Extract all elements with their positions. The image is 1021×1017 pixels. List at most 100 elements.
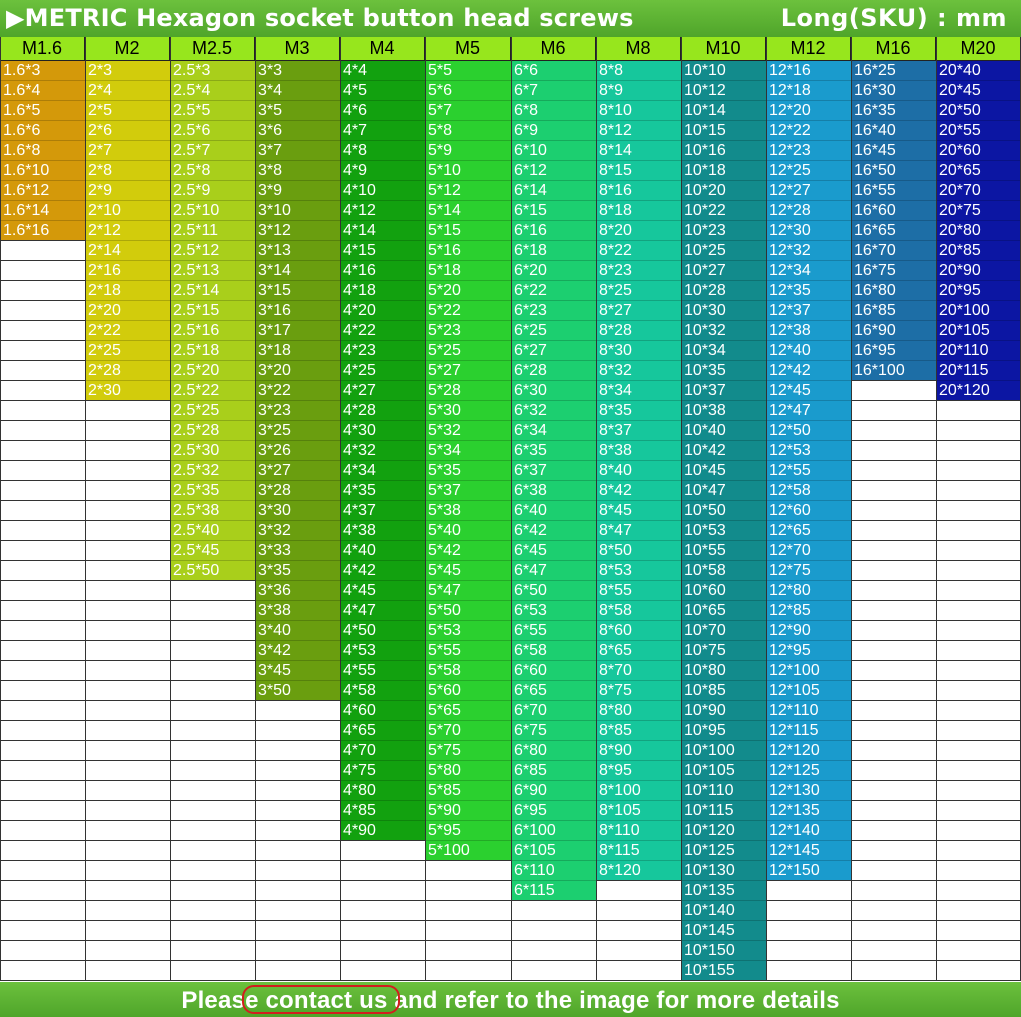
row-divider: [936, 780, 1021, 781]
row-divider: [766, 900, 851, 901]
size-cell: 10*100: [681, 741, 766, 761]
size-cell: 6*14: [511, 181, 596, 201]
row-divider: [85, 500, 170, 501]
size-cell: 1.6*12: [0, 181, 85, 201]
size-cell: 4*40: [340, 541, 425, 561]
size-cell: 2.5*15: [170, 301, 255, 321]
size-cell: 8*22: [596, 241, 681, 261]
size-cell: 20*110: [936, 341, 1021, 361]
row-divider: [936, 400, 1021, 401]
size-cell: 4*80: [340, 781, 425, 801]
size-cell: 6*8: [511, 101, 596, 121]
row-divider: [0, 720, 85, 721]
row-divider: [851, 720, 936, 721]
row-divider: [851, 800, 936, 801]
row-divider: [0, 480, 85, 481]
row-divider: [0, 400, 85, 401]
size-cell: 12*37: [766, 301, 851, 321]
size-cell: 10*150: [681, 941, 766, 961]
size-cell: 2.5*28: [170, 421, 255, 441]
row-divider: [851, 900, 936, 901]
size-cell: 8*70: [596, 661, 681, 681]
column-header: M2: [85, 37, 170, 61]
column-header: M10: [681, 37, 766, 61]
size-cell: 16*100: [851, 361, 936, 381]
size-cell: 3*33: [255, 541, 340, 561]
size-cell: 2.5*38: [170, 501, 255, 521]
size-cell: 20*95: [936, 281, 1021, 301]
size-cell: 8*105: [596, 801, 681, 821]
size-cell: 12*130: [766, 781, 851, 801]
row-divider: [511, 960, 596, 961]
row-divider: [851, 860, 936, 861]
row-divider: [425, 860, 511, 861]
size-cell: 5*80: [425, 761, 511, 781]
size-cell: 2*20: [85, 301, 170, 321]
size-cell: 12*135: [766, 801, 851, 821]
size-cell: 10*22: [681, 201, 766, 221]
size-cell: 3*35: [255, 561, 340, 581]
size-cell: 16*30: [851, 81, 936, 101]
row-divider: [340, 940, 425, 941]
row-divider: [851, 780, 936, 781]
row-divider: [511, 980, 596, 981]
size-cell: 8*115: [596, 841, 681, 861]
size-cell: 5*10: [425, 161, 511, 181]
row-divider: [936, 880, 1021, 881]
size-cell: 8*42: [596, 481, 681, 501]
size-cell: 10*90: [681, 701, 766, 721]
size-cell: 5*5: [425, 61, 511, 81]
row-divider: [851, 680, 936, 681]
row-divider: [85, 960, 170, 961]
size-cell: 3*18: [255, 341, 340, 361]
column-header: M4: [340, 37, 425, 61]
column-divider: [851, 37, 852, 981]
size-cell: 3*9: [255, 181, 340, 201]
size-cell: 6*105: [511, 841, 596, 861]
size-cell: 10*105: [681, 761, 766, 781]
size-cell: 5*34: [425, 441, 511, 461]
size-cell: 8*15: [596, 161, 681, 181]
size-cell: 8*110: [596, 821, 681, 841]
row-divider: [170, 880, 255, 881]
row-divider: [936, 900, 1021, 901]
size-cell: 20*70: [936, 181, 1021, 201]
row-divider: [0, 620, 85, 621]
row-divider: [936, 560, 1021, 561]
size-cell: 8*95: [596, 761, 681, 781]
size-cell: 10*155: [681, 961, 766, 981]
row-divider: [936, 720, 1021, 721]
row-divider: [851, 440, 936, 441]
size-cell: 4*32: [340, 441, 425, 461]
column-header: M20: [936, 37, 1021, 61]
size-cell: 6*60: [511, 661, 596, 681]
row-divider: [85, 560, 170, 561]
size-cell: 10*115: [681, 801, 766, 821]
row-divider: [0, 440, 85, 441]
size-cell: 2.5*12: [170, 241, 255, 261]
row-divider: [596, 880, 681, 881]
row-divider: [85, 520, 170, 521]
size-cell: 6*34: [511, 421, 596, 441]
size-cell: 6*110: [511, 861, 596, 881]
row-divider: [255, 720, 340, 721]
size-cell: 12*145: [766, 841, 851, 861]
size-cell: 10*145: [681, 921, 766, 941]
row-divider: [170, 960, 255, 961]
size-cell: 3*20: [255, 361, 340, 381]
size-cell: 16*75: [851, 261, 936, 281]
row-divider: [340, 900, 425, 901]
row-divider: [85, 640, 170, 641]
row-divider: [85, 840, 170, 841]
size-cell: 2*5: [85, 101, 170, 121]
size-cell: 4*5: [340, 81, 425, 101]
size-cell: 2.5*13: [170, 261, 255, 281]
row-divider: [851, 740, 936, 741]
row-divider: [851, 820, 936, 821]
row-divider: [511, 920, 596, 921]
size-cell: 5*55: [425, 641, 511, 661]
size-cell: 2.5*25: [170, 401, 255, 421]
size-cell: 16*95: [851, 341, 936, 361]
row-divider: [936, 960, 1021, 961]
size-cell: 3*12: [255, 221, 340, 241]
